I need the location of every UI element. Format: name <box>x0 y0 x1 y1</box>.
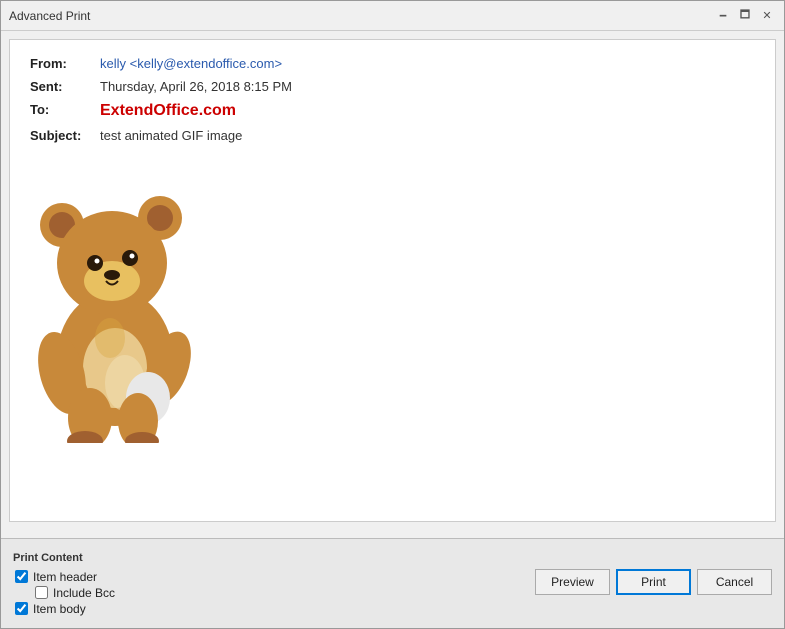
window-title: Advanced Print <box>9 9 90 23</box>
buttons-section: Preview Print Cancel <box>233 569 772 599</box>
email-body <box>30 163 755 443</box>
item-header-label[interactable]: Item header <box>33 570 97 584</box>
main-content: From: kelly <kelly@extendoffice.com> Sen… <box>1 31 784 538</box>
include-bcc-checkbox[interactable] <box>35 586 48 599</box>
bear-illustration <box>30 163 200 443</box>
titlebar-controls: 🗕 🗖 ✕ <box>714 7 776 25</box>
titlebar: Advanced Print 🗕 🗖 ✕ <box>1 1 784 31</box>
bear-image <box>30 163 210 443</box>
print-content-section: Print Content Item header Include Bcc It… <box>13 552 233 616</box>
item-body-checkbox[interactable] <box>15 602 28 615</box>
include-bcc-label[interactable]: Include Bcc <box>53 586 115 600</box>
preview-button[interactable]: Preview <box>535 569 610 595</box>
to-label: To: <box>30 102 100 120</box>
sent-value: Thursday, April 26, 2018 8:15 PM <box>100 79 292 94</box>
sent-label: Sent: <box>30 79 100 94</box>
item-body-row: Item body <box>15 602 233 616</box>
include-bcc-row: Include Bcc <box>35 586 233 600</box>
cancel-button[interactable]: Cancel <box>697 569 772 595</box>
subject-value: test animated GIF image <box>100 128 242 143</box>
print-content-label: Print Content <box>13 552 233 564</box>
from-value: kelly <kelly@extendoffice.com> <box>100 56 282 71</box>
to-value: ExtendOffice.com <box>100 102 236 120</box>
from-label: From: <box>30 56 100 71</box>
email-sent-row: Sent: Thursday, April 26, 2018 8:15 PM <box>30 79 755 94</box>
email-to-row: To: ExtendOffice.com <box>30 102 755 120</box>
subject-label: Subject: <box>30 128 100 143</box>
item-header-row: Item header <box>15 570 233 584</box>
print-button[interactable]: Print <box>616 569 691 595</box>
email-from-row: From: kelly <kelly@extendoffice.com> <box>30 56 755 71</box>
bottom-panel: Print Content Item header Include Bcc It… <box>1 538 784 628</box>
window: Advanced Print 🗕 🗖 ✕ From: kelly <kelly@… <box>0 0 785 629</box>
minimize-button[interactable]: 🗕 <box>714 7 732 25</box>
item-body-label[interactable]: Item body <box>33 602 86 616</box>
item-header-checkbox[interactable] <box>15 570 28 583</box>
email-subject-row: Subject: test animated GIF image <box>30 128 755 143</box>
maximize-button[interactable]: 🗖 <box>736 7 754 25</box>
email-preview: From: kelly <kelly@extendoffice.com> Sen… <box>9 39 776 522</box>
close-button[interactable]: ✕ <box>758 7 776 25</box>
